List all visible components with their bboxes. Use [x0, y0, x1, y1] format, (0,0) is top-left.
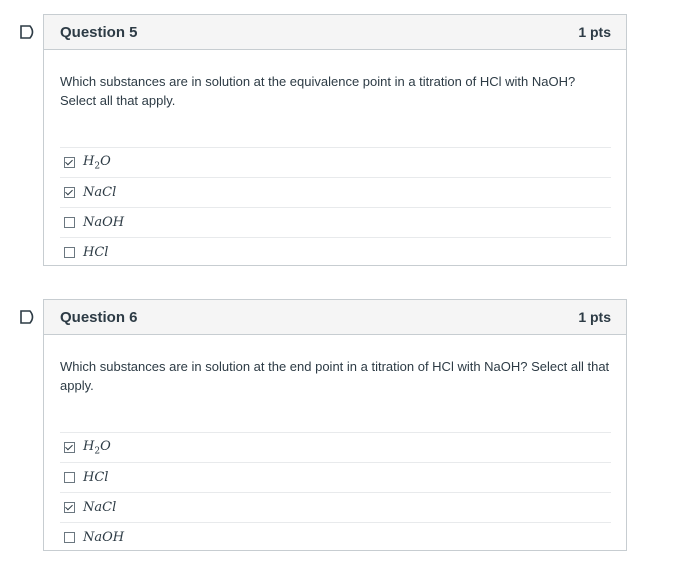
answer-label: H2O	[83, 438, 111, 457]
answer-option[interactable]: NaOH	[60, 522, 611, 552]
answer-list: H2O NaCl NaOH HCl	[60, 147, 611, 267]
answer-option[interactable]: HCl	[60, 462, 611, 492]
question-5: Question 5 1 pts Which substances are in…	[20, 14, 627, 267]
checkbox-checked[interactable]	[64, 187, 75, 198]
answer-option[interactable]: NaCl	[60, 492, 611, 522]
answer-label: NaOH	[83, 530, 125, 545]
checkbox-unchecked[interactable]	[64, 217, 75, 228]
answer-option[interactable]: NaOH	[60, 207, 611, 237]
flag-icon[interactable]	[20, 310, 36, 324]
question-header: Question 5 1 pts	[44, 15, 626, 50]
checkbox-checked[interactable]	[64, 442, 75, 453]
question-title: Question 6	[60, 308, 138, 326]
answer-list: H2O HCl NaCl NaOH	[60, 432, 611, 552]
flag-icon[interactable]	[20, 25, 36, 39]
checkbox-unchecked[interactable]	[64, 472, 75, 483]
answer-option[interactable]: H2O	[60, 147, 611, 177]
checkbox-unchecked[interactable]	[64, 247, 75, 258]
answer-option[interactable]: H2O	[60, 432, 611, 462]
answer-option[interactable]: NaCl	[60, 177, 611, 207]
question-points: 1 pts	[578, 24, 611, 40]
checkbox-checked[interactable]	[64, 157, 75, 168]
answer-label: NaCl	[83, 500, 117, 515]
answer-label: NaCl	[83, 185, 117, 200]
question-title: Question 5	[60, 23, 138, 41]
answer-option[interactable]: HCl	[60, 237, 611, 267]
question-points: 1 pts	[578, 309, 611, 325]
answer-label: HCl	[83, 470, 109, 485]
checkbox-checked[interactable]	[64, 502, 75, 513]
question-text: Which substances are in solution at the …	[60, 74, 576, 108]
question-6: Question 6 1 pts Which substances are in…	[20, 299, 627, 552]
question-text: Which substances are in solution at the …	[60, 359, 610, 393]
answer-label: NaOH	[83, 215, 125, 230]
answer-label: HCl	[83, 245, 109, 260]
question-header: Question 6 1 pts	[44, 300, 626, 335]
answer-label: H2O	[83, 153, 111, 172]
checkbox-unchecked[interactable]	[64, 532, 75, 543]
